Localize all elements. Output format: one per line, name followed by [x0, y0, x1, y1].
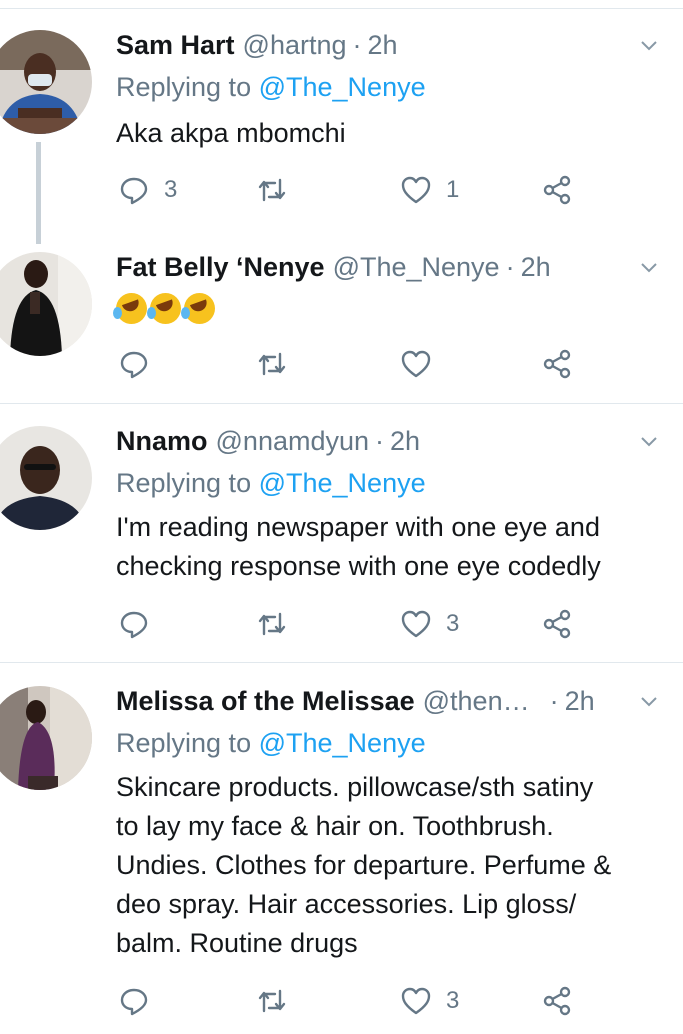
tweet-header: Sam Hart @hartng · 2h	[116, 30, 643, 66]
display-name[interactable]: Fat Belly ‘Nenye	[116, 252, 325, 283]
reply-icon	[120, 351, 148, 379]
replying-to-label: Replying to	[116, 468, 252, 498]
like-button[interactable]: 1	[400, 170, 459, 210]
chevron-down-icon[interactable]	[639, 692, 659, 712]
like-button[interactable]: 3	[400, 604, 459, 644]
text-line: checking response with one eye codedly	[116, 551, 601, 581]
like-icon	[401, 350, 431, 378]
timestamp[interactable]: 2h	[390, 426, 420, 457]
tweet-actions	[116, 344, 586, 384]
tweet-text: I'm reading newspaper with one eye and c…	[116, 508, 663, 586]
dot-separator: ·	[375, 426, 385, 456]
chevron-down-icon[interactable]	[639, 258, 659, 278]
like-count: 3	[446, 610, 460, 637]
tweet-text	[113, 288, 663, 327]
share-button[interactable]	[541, 604, 573, 644]
share-button[interactable]	[541, 170, 573, 210]
display-name[interactable]: Nnamo	[116, 426, 208, 457]
reply-icon	[120, 988, 148, 1016]
like-icon	[401, 610, 431, 638]
reply-count: 3	[164, 176, 178, 203]
reply-button[interactable]	[118, 981, 150, 1021]
share-icon	[543, 175, 571, 205]
tweet-melissa[interactable]: Melissa of the Melissae @then… · 2h Repl…	[0, 686, 683, 1034]
text-line: balm. Routine drugs	[116, 928, 358, 958]
tweet-text: Aka akpa mbomchi	[116, 118, 346, 148]
tweet-actions: 3	[116, 981, 586, 1021]
retweet-icon	[258, 352, 286, 376]
chevron-down-icon[interactable]	[639, 36, 659, 56]
dot-separator: ·	[549, 686, 559, 716]
timestamp[interactable]: 2h	[368, 30, 398, 61]
mention-link[interactable]: @The_Nenye	[259, 728, 426, 758]
thread-line	[36, 142, 41, 244]
avatar[interactable]	[0, 30, 92, 134]
text-line: I'm reading newspaper with one eye and	[116, 512, 600, 542]
timestamp[interactable]: 2h	[565, 686, 595, 717]
like-button[interactable]	[400, 344, 432, 384]
display-name[interactable]: Melissa of the Melissae	[116, 686, 415, 717]
reply-icon	[120, 611, 148, 639]
rolling-on-floor-laughing-emoji	[147, 293, 181, 325]
rolling-on-floor-laughing-emoji	[113, 293, 147, 325]
retweet-button[interactable]	[256, 344, 288, 384]
avatar[interactable]	[0, 252, 92, 356]
user-handle[interactable]: @hartng	[243, 30, 347, 61]
tweet-nnamo[interactable]: Nnamo @nnamdyun · 2h Replying to @The_Ne…	[0, 426, 683, 646]
retweet-icon	[258, 178, 286, 202]
replying-to: Replying to @The_Nenye	[116, 72, 426, 103]
like-count: 1	[446, 176, 460, 203]
retweet-icon	[258, 612, 286, 636]
like-count: 3	[446, 987, 460, 1014]
retweet-button[interactable]	[256, 604, 288, 644]
share-icon	[543, 609, 571, 639]
reply-button[interactable]	[118, 344, 150, 384]
text-line: to lay my face & hair on. Toothbrush.	[116, 811, 554, 841]
dot-separator: ·	[352, 30, 362, 60]
timestamp[interactable]: 2h	[521, 252, 551, 283]
separator	[0, 8, 683, 9]
tweet-header: Melissa of the Melissae @then… · 2h	[116, 686, 643, 722]
dot-separator: ·	[505, 252, 515, 282]
replying-to-label: Replying to	[116, 728, 252, 758]
tweet-actions: 3	[116, 604, 586, 644]
reply-button[interactable]	[118, 604, 150, 644]
mention-link[interactable]: @The_Nenye	[259, 72, 426, 102]
avatar[interactable]	[0, 686, 92, 790]
share-icon	[543, 349, 571, 379]
like-icon	[401, 987, 431, 1015]
tweet-text: Skincare products. pillowcase/sth satiny…	[116, 768, 663, 963]
reply-button[interactable]: 3	[118, 170, 177, 210]
user-handle[interactable]: @then…	[423, 686, 530, 717]
like-button[interactable]: 3	[400, 981, 459, 1021]
tweet-fat-belly-nenye[interactable]: Fat Belly ‘Nenye @The_Nenye · 2h	[0, 252, 683, 392]
text-line: Skincare products. pillowcase/sth satiny	[116, 772, 594, 802]
share-icon	[543, 986, 571, 1016]
mention-link[interactable]: @The_Nenye	[259, 468, 426, 498]
avatar[interactable]	[0, 426, 92, 530]
retweet-icon	[258, 989, 286, 1013]
display-name[interactable]: Sam Hart	[116, 30, 235, 61]
tweet-header: Fat Belly ‘Nenye @The_Nenye · 2h	[116, 252, 643, 288]
retweet-button[interactable]	[256, 170, 288, 210]
replying-to: Replying to @The_Nenye	[116, 468, 426, 499]
share-button[interactable]	[541, 981, 573, 1021]
text-line: Undies. Clothes for departure. Perfume &	[116, 850, 612, 880]
share-button[interactable]	[541, 344, 573, 384]
reply-icon	[120, 177, 148, 205]
separator	[0, 662, 683, 663]
separator	[0, 403, 683, 404]
like-icon	[401, 176, 431, 204]
replying-to-label: Replying to	[116, 72, 252, 102]
tweet-header: Nnamo @nnamdyun · 2h	[116, 426, 643, 462]
retweet-button[interactable]	[256, 981, 288, 1021]
text-line: deo spray. Hair accessories. Lip gloss/	[116, 889, 577, 919]
user-handle[interactable]: @The_Nenye	[333, 252, 500, 283]
chevron-down-icon[interactable]	[639, 432, 659, 452]
tweet-sam-hart[interactable]: Sam Hart @hartng · 2h Replying to @The_N…	[0, 30, 683, 244]
tweet-actions: 3 1	[116, 170, 586, 210]
user-handle[interactable]: @nnamdyun	[216, 426, 370, 457]
rolling-on-floor-laughing-emoji	[181, 293, 215, 325]
replying-to: Replying to @The_Nenye	[116, 728, 426, 759]
